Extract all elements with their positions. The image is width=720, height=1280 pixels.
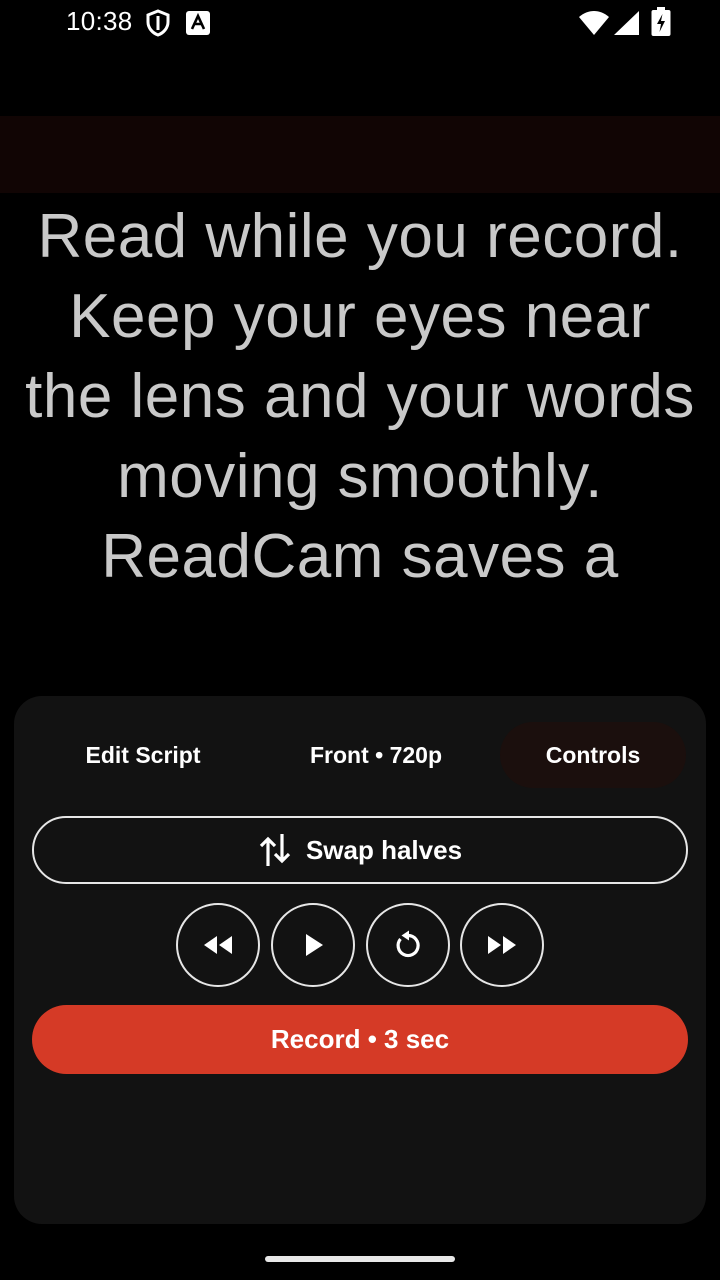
cellular-icon: [614, 11, 639, 35]
status-bar: 10:38: [0, 0, 720, 46]
tab-camera-settings[interactable]: Front • 720p: [264, 722, 488, 788]
fast-forward-button[interactable]: [460, 903, 544, 987]
battery-charging-icon: [651, 7, 671, 36]
status-time: 10:38: [66, 6, 133, 36]
swap-vertical-icon: [259, 834, 291, 866]
camera-preview-strip: [0, 116, 720, 193]
record-button[interactable]: Record • 3 sec: [32, 1005, 688, 1074]
control-panel: Edit Script Front • 720p Controls Swap h…: [14, 696, 706, 1224]
swap-halves-label: Swap halves: [305, 834, 463, 865]
a-icon: [186, 11, 210, 35]
wifi-icon: [579, 11, 609, 35]
shield-icon: [146, 9, 170, 37]
script-text: Read while you record. Keep your eyes ne…: [25, 202, 695, 591]
swap-halves-button[interactable]: Swap halves: [32, 816, 688, 884]
home-indicator[interactable]: [265, 1256, 455, 1262]
screen: 10:38 Read while you record. Keep your e…: [0, 0, 720, 1280]
restart-button[interactable]: [366, 903, 450, 987]
restart-icon: [396, 930, 420, 958]
play-button[interactable]: [271, 903, 355, 987]
fast-forward-icon: [488, 936, 516, 954]
rewind-button[interactable]: [176, 903, 260, 987]
tab-edit-script[interactable]: Edit Script: [32, 722, 254, 788]
teleprompter-area[interactable]: Read while you record. Keep your eyes ne…: [0, 193, 720, 640]
play-icon: [306, 934, 323, 956]
tab-controls[interactable]: Controls: [500, 722, 686, 788]
rewind-icon: [204, 936, 232, 954]
